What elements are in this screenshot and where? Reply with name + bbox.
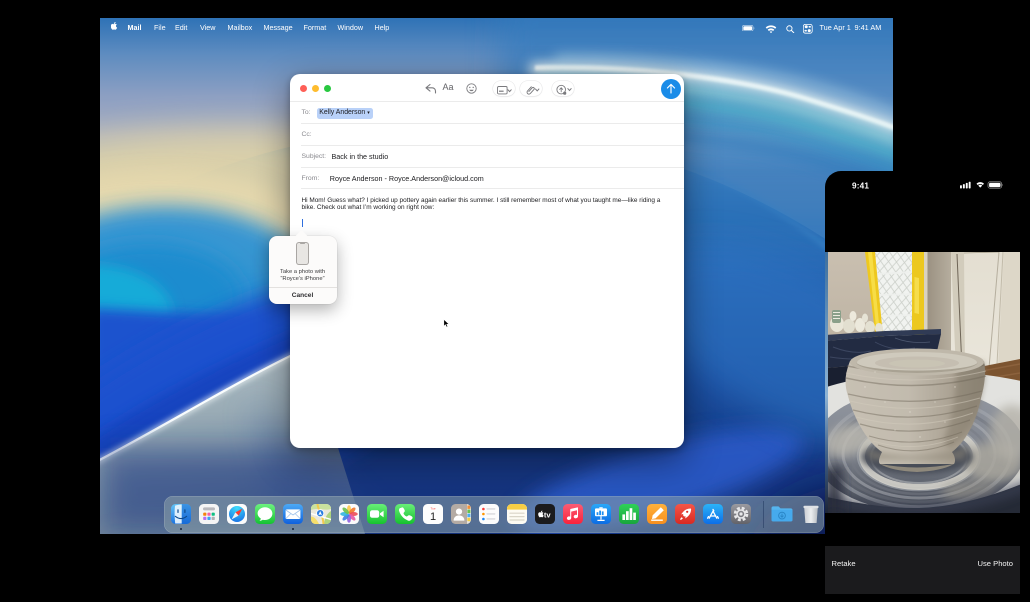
svg-text:Tue: Tue: [430, 506, 435, 510]
svg-text:tv: tv: [544, 510, 552, 519]
svg-text:1: 1: [430, 510, 436, 522]
svg-text:9:41: 9:41: [852, 182, 869, 191]
